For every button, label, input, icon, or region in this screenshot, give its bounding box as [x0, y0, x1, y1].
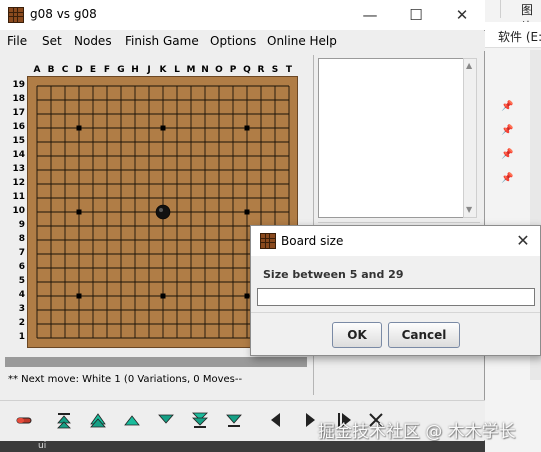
close-button[interactable]: ✕	[439, 0, 485, 30]
size-prompt-label: Size between 5 and 29	[263, 268, 404, 281]
menu-file[interactable]: File	[7, 34, 27, 48]
star-point	[160, 125, 166, 131]
column-label: R	[257, 65, 265, 75]
black-stone[interactable]	[155, 204, 171, 220]
dialog-app-icon	[260, 233, 276, 249]
row-label: 6	[18, 262, 25, 272]
cancel-button[interactable]: Cancel	[388, 322, 460, 348]
board-size-input[interactable]	[257, 288, 535, 306]
skip-back-icon[interactable]	[54, 410, 74, 430]
column-label: J	[147, 65, 151, 75]
star-point	[160, 293, 166, 299]
menu-bar: File Set Nodes Finish Game Options Onlin…	[0, 31, 485, 51]
row-label: 10	[12, 206, 25, 216]
background-tab-label[interactable]: 图片	[500, 0, 541, 34]
column-label: Q	[243, 65, 251, 75]
row-label: 14	[12, 150, 25, 160]
column-label: F	[103, 65, 111, 75]
menu-finish-game[interactable]: Finish Game	[125, 34, 199, 48]
column-label: P	[229, 65, 237, 75]
row-label: 11	[12, 192, 25, 202]
comment-scrollbar[interactable]: ▲ ▼	[463, 58, 477, 218]
window-title: g08 vs g08	[30, 7, 97, 21]
row-label: 19	[12, 80, 25, 90]
row-label: 9	[18, 220, 25, 230]
taskbar-strip: ui	[0, 441, 485, 452]
board-size-dialog: Board size ✕ Size between 5 and 29 OK Ca…	[250, 225, 541, 356]
star-point	[244, 293, 250, 299]
star-point	[244, 209, 250, 215]
column-label: K	[159, 65, 167, 75]
row-label: 18	[12, 94, 25, 104]
row-label: 17	[12, 108, 25, 118]
row-label: 13	[12, 164, 25, 174]
go-to-start-icon[interactable]	[14, 410, 34, 430]
scroll-down-icon[interactable]: ▼	[466, 205, 472, 214]
dialog-title: Board size	[281, 234, 344, 248]
column-label: D	[75, 65, 83, 75]
row-label: 4	[18, 290, 25, 300]
column-label: O	[215, 65, 223, 75]
star-point	[76, 293, 82, 299]
prev-variation-icon[interactable]	[224, 410, 244, 430]
comment-area[interactable]	[318, 58, 468, 218]
column-label: M	[186, 65, 196, 75]
stone-highlight	[159, 208, 163, 212]
next-variation-icon[interactable]	[266, 410, 286, 430]
board-horizontal-scrollbar[interactable]	[5, 357, 307, 367]
star-point	[244, 125, 250, 131]
dialog-divider	[251, 312, 540, 313]
row-label: 1	[18, 332, 25, 342]
row-label: 3	[18, 304, 25, 314]
column-label: C	[61, 65, 69, 75]
row-label: 8	[18, 234, 25, 244]
column-label: H	[131, 65, 139, 75]
minimize-button[interactable]: —	[347, 0, 393, 30]
column-label: E	[89, 65, 97, 75]
star-point	[76, 209, 82, 215]
menu-set[interactable]: Set	[42, 34, 62, 48]
column-label: A	[33, 65, 41, 75]
up-variation-icon[interactable]	[300, 410, 320, 430]
column-label: L	[174, 65, 180, 75]
dialog-close-button[interactable]: ✕	[513, 231, 533, 251]
watermark-text: 掘金技术社区 @ 木木学长	[318, 422, 516, 442]
row-label: 12	[12, 178, 25, 188]
column-label: B	[47, 65, 55, 75]
dialog-title-bar[interactable]: Board size ✕	[251, 226, 540, 256]
background-address-label[interactable]: 软件 (E:	[484, 22, 541, 48]
star-point	[76, 125, 82, 131]
skip-forward-icon[interactable]	[156, 410, 176, 430]
row-label: 16	[12, 122, 25, 132]
pin-icon[interactable]: 📌	[501, 173, 513, 184]
status-line: ** Next move: White 1 (0 Variations, 0 M…	[8, 374, 243, 385]
ok-button[interactable]: OK	[332, 322, 382, 348]
scroll-up-icon[interactable]: ▲	[466, 61, 472, 70]
maximize-button[interactable]: ☐	[393, 0, 439, 30]
menu-options[interactable]: Options	[210, 34, 256, 48]
pin-icon[interactable]: 📌	[501, 125, 513, 136]
pin-icon[interactable]: 📌	[501, 149, 513, 160]
row-label: 15	[12, 136, 25, 146]
row-label: 7	[18, 248, 25, 258]
go-to-end-icon[interactable]	[190, 410, 210, 430]
column-label: T	[285, 65, 293, 75]
column-label: N	[201, 65, 209, 75]
menu-online-help[interactable]: Online Help	[267, 34, 337, 48]
forward-one-icon[interactable]	[122, 410, 142, 430]
menu-nodes[interactable]: Nodes	[74, 34, 112, 48]
back-one-icon[interactable]	[88, 410, 108, 430]
row-label: 2	[18, 318, 25, 328]
column-label: G	[117, 65, 125, 75]
app-icon	[8, 7, 24, 23]
row-label: 5	[18, 276, 25, 286]
title-bar[interactable]: g08 vs g08 — ☐ ✕	[0, 0, 485, 30]
column-label: S	[271, 65, 279, 75]
pin-icon[interactable]: 📌	[501, 101, 513, 112]
